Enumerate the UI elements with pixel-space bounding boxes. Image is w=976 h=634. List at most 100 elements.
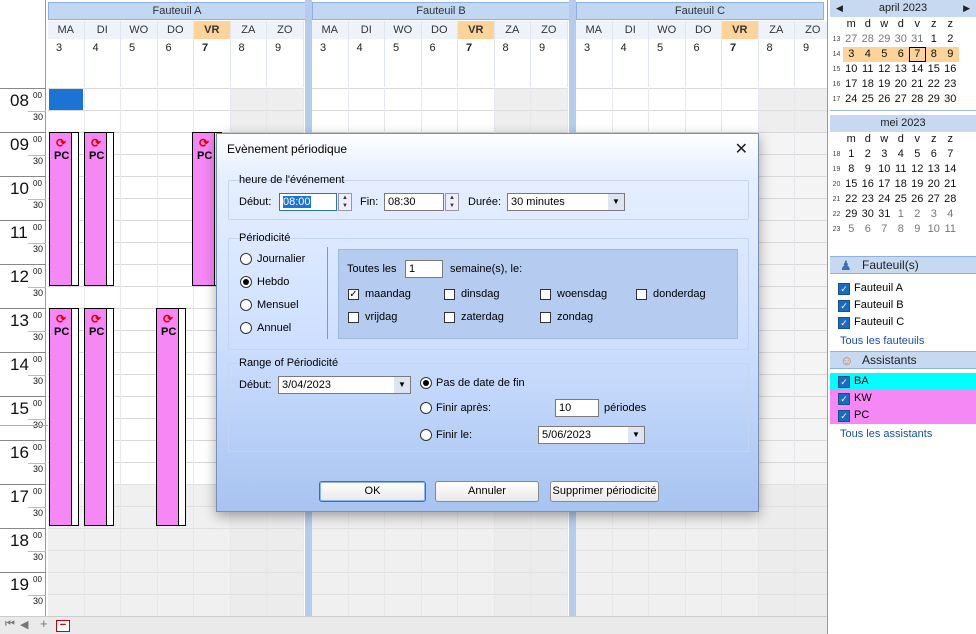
calendar-day[interactable]: 25 [893,192,910,207]
calendar-day[interactable]: 2 [942,32,959,47]
calendar-day[interactable]: 24 [876,192,893,207]
calendar-day[interactable]: 18 [860,77,877,92]
calendar-day[interactable]: 12 [876,62,893,77]
calendar-day[interactable]: 11 [893,162,910,177]
checkbox[interactable]: ✓ [838,317,850,329]
calendar-day[interactable]: 7 [876,222,893,237]
calendar-day[interactable]: 10 [926,222,943,237]
day-header[interactable]: ZA 8 [494,21,531,87]
calendar-day[interactable]: 29 [843,207,860,222]
weekday-checkbox-zondag[interactable] [540,312,551,323]
calendar-day[interactable]: 2 [909,207,926,222]
calendar-day[interactable]: 3 [876,147,893,162]
period-radio-mensuel[interactable] [240,299,252,311]
next-month-icon[interactable]: ▶ [963,0,970,17]
calendar-day[interactable]: 7 [909,47,926,62]
calendar-day[interactable]: 10 [843,62,860,77]
calendar-day[interactable]: 4 [859,47,876,62]
day-header[interactable]: WO 5 [121,21,158,87]
calendar-day[interactable]: 22 [843,192,860,207]
day-header[interactable]: DI 4 [84,21,121,87]
appointment-block[interactable]: ⟳ PC [49,308,79,526]
calendar-day[interactable]: 23 [860,192,877,207]
calendar-day[interactable]: 16 [942,62,959,77]
prev-month-icon[interactable]: ◀ [836,0,843,17]
calendar-day[interactable]: 20 [893,77,910,92]
calendar-day[interactable]: 9 [860,162,877,177]
calendar-day[interactable]: 9 [942,47,959,62]
fauteuils-section-header[interactable]: ♟ Fauteuil(s) [830,256,976,274]
start-time-input[interactable]: 08:00 [279,193,337,211]
calendar-day[interactable]: 30 [860,207,877,222]
end-after-radio[interactable] [420,402,432,414]
calendar-day[interactable]: 14 [942,162,959,177]
calendar-day[interactable]: 8 [925,47,942,62]
cancel-button[interactable]: Annuler [435,481,539,502]
day-header[interactable]: WO 5 [385,21,422,87]
calendar-day[interactable]: 21 [942,177,959,192]
every-input[interactable]: 1 [405,260,443,278]
ok-button[interactable]: OK [319,481,426,502]
day-header[interactable]: ZA 8 [758,21,795,87]
weekday-checkbox-donderdag[interactable] [636,289,647,300]
day-header[interactable]: DI 4 [348,21,385,87]
checkbox[interactable]: ✓ [838,283,850,295]
selected-time-slot[interactable] [49,89,83,110]
calendar-day[interactable]: 6 [926,147,943,162]
calendar-day[interactable]: 16 [860,177,877,192]
calendar-day[interactable]: 1 [926,32,943,47]
day-header[interactable]: MA 3 [48,21,85,87]
day-header[interactable]: DO 6 [421,21,458,87]
no-end-radio[interactable] [420,377,432,389]
period-radio-annuel[interactable] [240,322,252,334]
assistant-row[interactable]: ✓ BA [830,373,976,390]
calendar-day[interactable]: 2 [860,147,877,162]
checkbox[interactable]: ✓ [838,300,850,312]
day-header[interactable]: MA 3 [312,21,349,87]
first-icon[interactable]: ⏮ [5,618,15,631]
day-header[interactable]: VR 7 [458,21,495,87]
appointment-block[interactable]: ⟳ PC [49,132,79,286]
calendar-day[interactable]: 3 [926,207,943,222]
period-radio-hebdo[interactable] [240,276,252,288]
calendar-day[interactable]: 25 [860,92,877,107]
end-spinner[interactable]: ▲ ▼ [445,193,459,211]
calendar-day[interactable]: 11 [942,222,959,237]
calendar-day[interactable]: 12 [909,162,926,177]
end-time-input[interactable]: 08:30 [384,193,444,211]
calendar-day[interactable]: 31 [909,32,926,47]
calendar-day[interactable]: 4 [942,207,959,222]
calendar-day[interactable]: 5 [909,147,926,162]
end-on-date-select[interactable]: 5/06/2023 ▼ [538,426,645,444]
calendar-day[interactable]: 10 [876,162,893,177]
fauteuil-checkbox-row[interactable]: ✓ Fauteuil C [830,314,976,331]
calendar-day[interactable]: 8 [843,162,860,177]
delete-recurrence-button[interactable]: Supprimer périodicité [550,481,659,502]
calendar-day[interactable]: 27 [893,92,910,107]
checkbox[interactable]: ✓ [838,376,850,388]
appointment-block[interactable]: ⟳ PC [84,308,114,526]
period-radio-journalier[interactable] [240,253,252,265]
calendar-day[interactable]: 20 [926,177,943,192]
weekday-checkbox-dinsdag[interactable] [444,289,455,300]
calendar-day[interactable]: 5 [843,222,860,237]
assistant-row[interactable]: ✓ PC [830,407,976,424]
start-spinner[interactable]: ▲ ▼ [338,193,352,211]
day-header[interactable]: DO 6 [685,21,722,87]
assistants-section-header[interactable]: ☺ Assistants [830,351,976,369]
weekday-checkbox-woensdag[interactable] [540,289,551,300]
checkbox[interactable]: ✓ [838,410,850,422]
weekday-checkbox-zaterdag[interactable] [444,312,455,323]
calendar-day[interactable]: 1 [843,147,860,162]
calendar-day[interactable]: 30 [942,92,959,107]
calendar-day[interactable]: 29 [926,92,943,107]
calendar-day[interactable]: 9 [909,222,926,237]
calendar-day[interactable]: 29 [876,32,893,47]
duration-select[interactable]: 30 minutes ▼ [507,193,625,211]
range-start-select[interactable]: 3/04/2023 ▼ [278,376,411,394]
calendar-day[interactable]: 15 [843,177,860,192]
day-header[interactable]: ZO 9 [795,21,827,87]
assistant-row[interactable]: ✓ KW [830,390,976,407]
calendar-day[interactable]: 17 [843,77,860,92]
checkbox[interactable]: ✓ [838,393,850,405]
